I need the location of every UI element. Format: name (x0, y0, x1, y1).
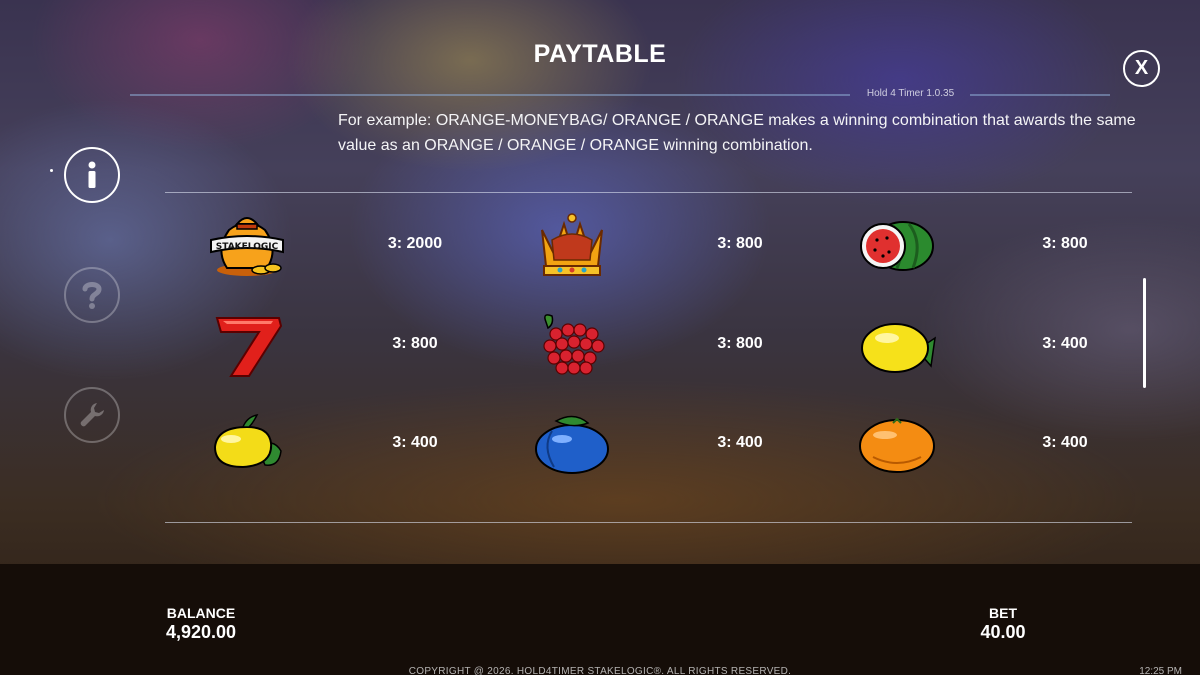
lemon-icon (857, 310, 937, 380)
question-icon (82, 282, 102, 309)
content-divider-bottom (165, 522, 1132, 523)
example-text: For example: ORANGE-MONEYBAG/ ORANGE / O… (338, 112, 1136, 154)
balance-label: BALANCE (166, 605, 236, 621)
header-divider-right (970, 94, 1110, 96)
settings-tab-button[interactable] (64, 387, 120, 443)
payout-value: 3: 400 (1042, 434, 1088, 451)
wrench-icon (80, 403, 104, 427)
clock: 12:25 PM (1139, 666, 1182, 675)
payout-value: 3: 400 (392, 434, 438, 451)
paytable-cell-raspberry: 3: 800 (490, 305, 810, 385)
close-icon: X (1134, 57, 1149, 79)
svg-text:STAKELOGIC: STAKELOGIC (216, 242, 279, 252)
payout-value: 3: 2000 (387, 235, 443, 252)
crown-icon (532, 210, 612, 280)
version-label: Hold 4 Timer 1.0.35 (866, 88, 955, 99)
paytable-cell-seven: 3: 800 (165, 305, 485, 385)
info-tab-button[interactable] (64, 147, 120, 203)
header-divider-left (130, 94, 850, 96)
moneybag-icon: STAKELOGIC (207, 210, 287, 280)
payout-value: 3: 800 (392, 335, 438, 352)
page-title: PAYTABLE (533, 40, 667, 68)
bet-label: BET (989, 605, 1017, 621)
close-button[interactable]: X (1123, 50, 1160, 87)
paytable-cell-watermelon: 3: 800 (815, 205, 1135, 285)
paytable-cell-orange: 3: 400 (815, 404, 1135, 484)
watermelon-icon (857, 210, 937, 280)
payout-value: 3: 800 (717, 335, 763, 352)
paytable-cell-plum: 3: 400 (490, 404, 810, 484)
balance-value: 4,920.00 (165, 622, 237, 642)
payout-value: 3: 400 (1042, 335, 1088, 352)
payout-value: 3: 400 (717, 434, 763, 451)
nav-indicator-dot (50, 169, 53, 172)
pear-icon (207, 409, 287, 479)
bet-value: 40.00 (980, 622, 1026, 642)
help-tab-button[interactable] (64, 267, 120, 323)
info-icon (88, 161, 96, 188)
scrollbar-thumb[interactable] (1143, 278, 1146, 388)
content-divider-top (165, 192, 1132, 193)
raspberry-icon (532, 310, 612, 380)
payout-value: 3: 800 (717, 235, 763, 252)
paytable-cell-moneybag: STAKELOGIC 3: 2000 (165, 205, 485, 285)
orange-icon (857, 409, 937, 479)
paytable-cell-lemon: 3: 400 (815, 305, 1135, 385)
copyright-text: COPYRIGHT @ 2026. HOLD4TIMER STAKELOGIC®… (408, 666, 792, 675)
paytable-cell-pear: 3: 400 (165, 404, 485, 484)
plum-icon (532, 409, 612, 479)
seven-icon (207, 310, 287, 380)
payout-value: 3: 800 (1042, 235, 1088, 252)
paytable-cell-crown: 3: 800 (490, 205, 810, 285)
